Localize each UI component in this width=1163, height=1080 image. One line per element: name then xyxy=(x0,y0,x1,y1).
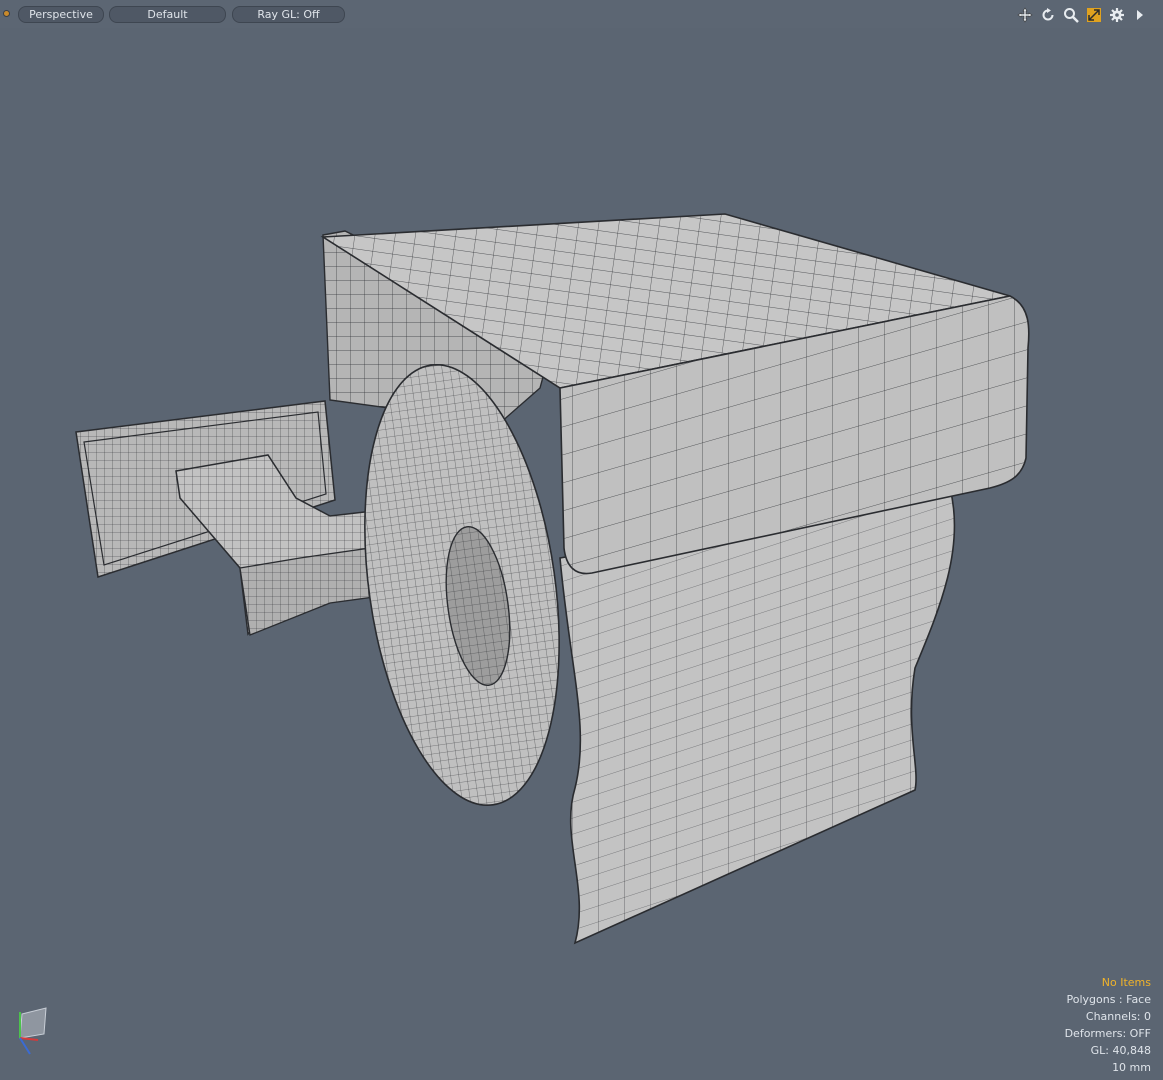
paper-roll xyxy=(364,363,560,807)
expand-arrow-icon[interactable] xyxy=(1131,6,1149,24)
raygl-button[interactable]: Ray GL: Off xyxy=(232,6,345,23)
polygons-status: Polygons : Face xyxy=(1066,993,1151,1006)
gl-polycount-status: GL: 40,848 xyxy=(1090,1044,1151,1057)
3d-viewport-canvas[interactable] xyxy=(0,28,1163,972)
viewport-menu-dot[interactable] xyxy=(3,10,10,17)
move-view-icon[interactable] xyxy=(1016,6,1034,24)
view-mode-button[interactable]: Perspective xyxy=(18,6,104,23)
deformers-status: Deformers: OFF xyxy=(1064,1027,1151,1040)
axis-gizmo xyxy=(8,1004,52,1072)
channels-status: Channels: 0 xyxy=(1085,1010,1151,1023)
selected-items-status: No Items xyxy=(1101,976,1151,989)
shading-button[interactable]: Default xyxy=(109,6,226,23)
viewport-header: Perspective Default Ray GL: Off xyxy=(0,0,1163,28)
grid-scale-status: 10 mm xyxy=(1112,1061,1151,1074)
viewport-tools xyxy=(1016,6,1149,24)
rotate-view-icon[interactable] xyxy=(1039,6,1057,24)
zoom-view-icon[interactable] xyxy=(1062,6,1080,24)
viewport-settings-icon[interactable] xyxy=(1108,6,1126,24)
viewport-status-info: No Items Polygons : Face Channels: 0 Def… xyxy=(1065,974,1151,1076)
fit-view-icon[interactable] xyxy=(1085,6,1103,24)
